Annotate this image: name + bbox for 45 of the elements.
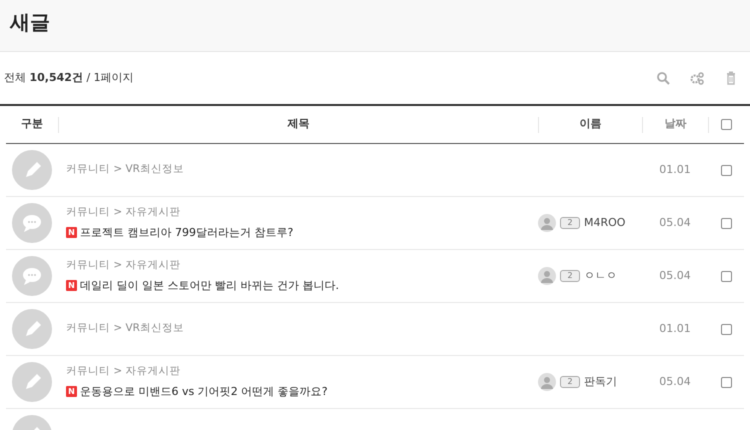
row-checkbox[interactable] — [720, 270, 732, 282]
pencil-avatar-icon — [12, 150, 52, 190]
column-header[interactable]: 제목 — [59, 116, 538, 133]
total-count-text: 전체 10,542건 / 1페이지 — [4, 70, 134, 86]
user-avatar-icon — [538, 214, 556, 232]
category-path[interactable]: 커뮤니티 > 자유게시판 — [66, 364, 538, 380]
category-path[interactable]: 커뮤니티 > VR최신정보 — [66, 162, 538, 178]
author-name[interactable]: M4ROO — [584, 214, 626, 232]
author-name[interactable]: ㅇㄴㅇ — [584, 268, 617, 284]
author-name[interactable]: 판독기 — [584, 374, 617, 390]
user-avatar-icon — [538, 373, 556, 391]
column-header[interactable]: 날짜 — [643, 116, 708, 133]
select-all-checkbox[interactable] — [721, 119, 732, 130]
chat-avatar-icon — [12, 203, 52, 243]
column-header[interactable]: 이름 — [539, 116, 642, 133]
category-path[interactable]: 커뮤니티 > 자유게시판 — [66, 204, 538, 221]
post-date: 05.04 — [659, 268, 691, 282]
post-date: 01.01 — [659, 162, 691, 176]
post-date: 05.04 — [659, 216, 691, 229]
pencil-avatar-icon — [12, 309, 52, 349]
post-title[interactable]: 프로젝트 캠브리아 799달러라는거 참트루? — [80, 224, 294, 242]
user-avatar-icon — [538, 267, 556, 285]
row-checkbox[interactable] — [720, 218, 732, 228]
new-badge: N — [66, 227, 77, 238]
row-checkbox[interactable] — [720, 376, 732, 388]
row-checkbox[interactable] — [720, 164, 732, 176]
chat-avatar-icon — [12, 256, 52, 296]
post-date: 05.04 — [659, 374, 691, 388]
post-title[interactable]: 데일리 딜이 일본 스토어만 빨리 바뀌는 건가 봅니다. — [80, 278, 339, 294]
category-path[interactable]: 커뮤니티 > VR최신정보 — [66, 321, 538, 337]
gears-icon[interactable] — [690, 71, 704, 85]
column-header[interactable]: 구분 — [6, 116, 58, 133]
row-checkbox[interactable] — [720, 324, 732, 334]
page-title: 새글 — [10, 10, 51, 34]
post-title[interactable]: 운동용으로 미밴드6 vs 기어핏2 어떤게 좋을까요? — [80, 384, 328, 400]
pencil-avatar-icon — [12, 362, 52, 402]
search-icon[interactable] — [656, 71, 670, 85]
post-date: 01.01 — [659, 322, 691, 335]
new-badge: N — [66, 386, 77, 398]
new-badge: N — [66, 280, 77, 292]
level-badge: 2 — [560, 270, 580, 282]
trash-icon[interactable] — [724, 71, 738, 85]
level-badge: 2 — [560, 376, 580, 388]
category-path[interactable]: 커뮤니티 > 자유게시판 — [66, 258, 538, 274]
level-badge: 2 — [560, 217, 580, 229]
